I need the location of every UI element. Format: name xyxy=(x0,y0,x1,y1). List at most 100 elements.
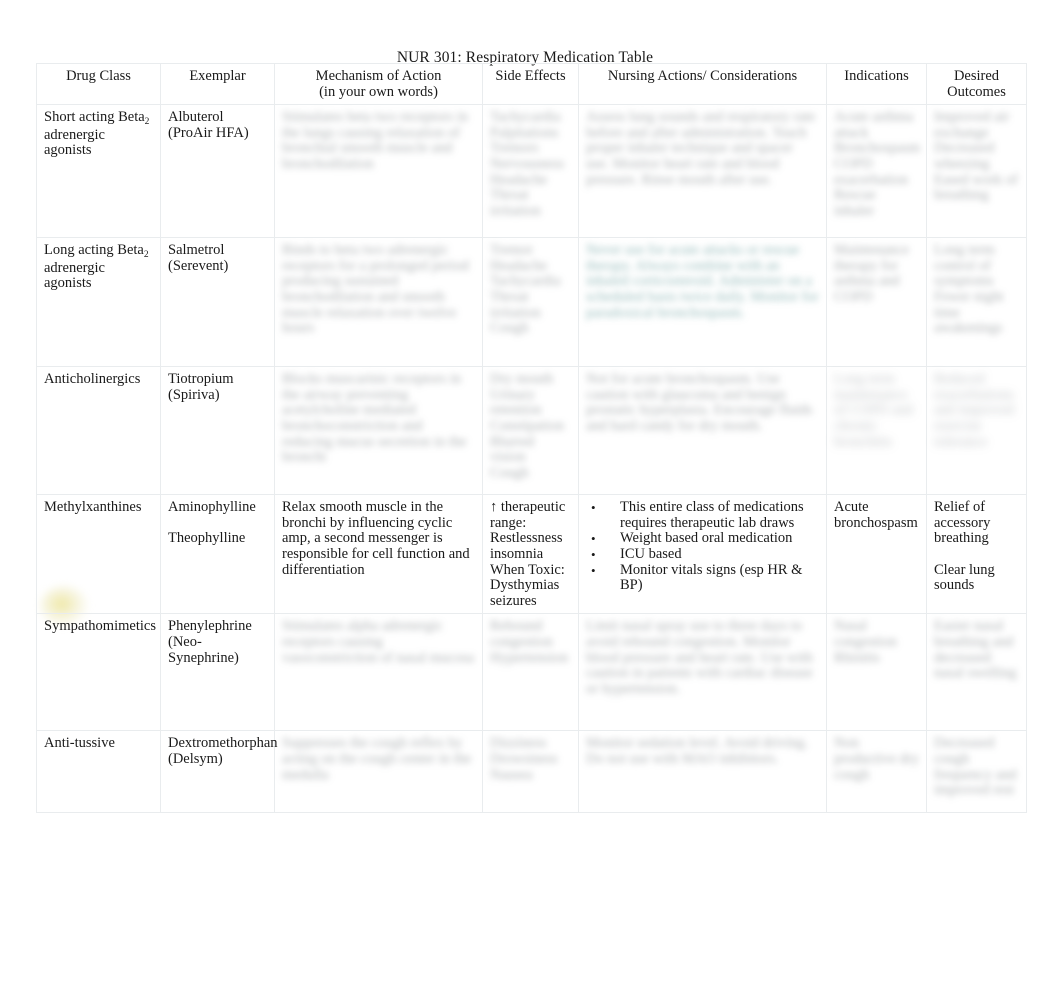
drug-class-text: Long acting Beta xyxy=(44,242,144,259)
drug-class-text: Short acting Beta xyxy=(44,109,145,126)
cell-nursing-actions: Not for acute bronchospasm. Use caution … xyxy=(578,366,827,496)
nursing-actions-text: Monitor sedation level. Avoid driving. D… xyxy=(586,735,812,767)
cell-side-effects: Tremor Headache Tachycardia Throat irrit… xyxy=(482,237,579,368)
cell-drug-class: Sympathomimetics xyxy=(36,613,161,732)
exemplar-text: Tiotropium (Spiriva) xyxy=(168,371,238,403)
cell-side-effects: ↑ therapeutic range: Restlessness insomn… xyxy=(482,494,579,615)
cell-drug-class: Anti-tussive xyxy=(36,730,161,814)
nursing-actions-bullet-list: This entire class of medications require… xyxy=(586,499,819,594)
indications-text: Long term maintenance of COPD and chroni… xyxy=(834,371,917,450)
column-header-desired-outcomes: Desired Outcomes xyxy=(926,62,1027,106)
column-header-label: Indications xyxy=(844,68,909,84)
indications-text: Acute asthma attack Bronchospasm COPD ex… xyxy=(834,109,921,219)
cell-exemplar: Tiotropium (Spiriva) xyxy=(160,366,275,496)
mechanism-text: Blocks muscarinic receptors in the airwa… xyxy=(282,371,471,466)
cell-side-effects: Tachycardia Palpitations Tremors Nervous… xyxy=(482,104,579,239)
cell-drug-class: Long acting Beta2 adrenergic agonists xyxy=(36,237,161,368)
column-header-sublabel: (in your own words) xyxy=(319,83,438,100)
cell-exemplar: Aminophylline Theophylline xyxy=(160,494,275,615)
outcomes-text-2: Clear lung sounds xyxy=(934,561,999,594)
exemplar-text: Dextromethorphan (Delsym) xyxy=(168,735,282,767)
column-header-label: Desired xyxy=(953,68,1000,84)
side-effects-text: Rebound congestion Hypertension xyxy=(490,618,569,666)
column-header-label: Mechanism of Action xyxy=(315,68,442,84)
side-effects-text: Tachycardia Palpitations Tremors Nervous… xyxy=(490,109,565,219)
drug-class-text: Methylxanthines xyxy=(44,499,142,516)
indications-text: Nasal congestion Rhinitis xyxy=(834,618,897,666)
cell-nursing-actions: This entire class of medications require… xyxy=(578,494,827,615)
column-header-nursing-actions: Nursing Actions/ Considerations xyxy=(578,62,827,106)
cell-outcomes: Decreased cough frequency and improved r… xyxy=(926,730,1027,814)
list-item: Weight based oral medication xyxy=(586,531,819,547)
drug-class-text: Anticholinergics xyxy=(44,371,141,388)
side-effects-text: Dizziness Drowsiness Nausea xyxy=(490,735,558,783)
mechanism-text: Relax smooth muscle in the bronchi by in… xyxy=(282,499,474,578)
side-effects-text: Dry mouth Urinary retention Constipation… xyxy=(490,371,565,481)
cell-side-effects: Dizziness Drowsiness Nausea xyxy=(482,730,579,814)
side-effects-text: Tremor Headache Tachycardia Throat irrit… xyxy=(490,242,561,337)
exemplar-text: Albuterol (ProAir HFA) xyxy=(168,109,249,141)
nursing-actions-text: Not for acute bronchospasm. Use caution … xyxy=(586,371,816,434)
column-header-exemplar: Exemplar xyxy=(160,62,275,106)
drug-class-text-2: adrenergic agonists xyxy=(44,126,109,159)
mechanism-text: Binds to beta two adrenergic receptors f… xyxy=(282,242,473,337)
drug-class-text: Anti-tussive xyxy=(44,735,115,752)
cell-outcomes: Long term control of symptoms Fewer nigh… xyxy=(926,237,1027,368)
exemplar-text: Salmetrol (Serevent) xyxy=(168,242,229,274)
cell-nursing-actions: Monitor sedation level. Avoid driving. D… xyxy=(578,730,827,814)
column-header-label: Drug Class xyxy=(66,68,131,84)
column-header-label: Nursing Actions/ Considerations xyxy=(607,68,798,84)
cell-nursing-actions: Assess lung sounds and respiratory rate … xyxy=(578,104,827,239)
outcomes-text: Improved air exchange Decreased wheezing… xyxy=(934,109,1018,204)
cell-nursing-actions: Never use for acute attacks or rescue th… xyxy=(578,237,827,368)
nursing-actions-text: Never use for acute attacks or rescue th… xyxy=(586,242,823,321)
indications-text: Acute bronchospasm xyxy=(834,499,918,531)
column-header-sublabel: Outcomes xyxy=(947,83,1006,100)
cell-mechanism: Binds to beta two adrenergic receptors f… xyxy=(274,237,483,368)
outcomes-text: Easier nasal breathing and decreased nas… xyxy=(934,618,1017,682)
list-item: ICU based xyxy=(586,546,819,563)
table-row: Sympathomimetics Phenylephrine (Neo-Syne… xyxy=(36,613,1027,732)
drug-class-subscript: 2 xyxy=(144,117,150,128)
nursing-actions-text: Limit nasal spray use to three days to a… xyxy=(586,618,817,697)
list-item: Monitor vitals signs (esp HR & BP) xyxy=(586,562,819,594)
table-row: Long acting Beta2 adrenergic agonists Sa… xyxy=(36,237,1027,368)
indications-text: Non productive dry cough xyxy=(834,735,923,783)
cell-drug-class: Anticholinergics xyxy=(36,366,161,496)
table-row: Short acting Beta2 adrenergic agonists A… xyxy=(36,104,1027,239)
cell-exemplar: Salmetrol (Serevent) xyxy=(160,237,275,368)
cell-mechanism: Blocks muscarinic receptors in the airwa… xyxy=(274,366,483,496)
outcomes-text: Reduced exacerbations and improved exerc… xyxy=(934,371,1018,450)
cell-side-effects: Rebound congestion Hypertension xyxy=(482,613,579,732)
cell-exemplar: Albuterol (ProAir HFA) xyxy=(160,104,275,239)
cell-mechanism: Stimulates beta two receptors in the lun… xyxy=(274,104,483,239)
side-effects-text: ↑ therapeutic range: Restlessness insomn… xyxy=(490,499,566,609)
list-item: This entire class of medications require… xyxy=(586,499,819,531)
cell-mechanism: Suppresses the cough reflex by acting on… xyxy=(274,730,483,814)
mechanism-text: Suppresses the cough reflex by acting on… xyxy=(282,735,475,783)
document-page: NUR 301: Respiratory Medication Table Dr… xyxy=(0,0,1062,1008)
drug-class-text-2: adrenergic agonists xyxy=(44,259,109,292)
respiratory-medication-table: Drug Class Exemplar Mechanism of Action … xyxy=(36,62,1027,814)
cell-indications: Non productive dry cough xyxy=(826,730,927,814)
column-header-mechanism-of-action: Mechanism of Action (in your own words) xyxy=(274,62,483,106)
cell-nursing-actions: Limit nasal spray use to three days to a… xyxy=(578,613,827,732)
table-row: Methylxanthines Aminophylline Theophylli… xyxy=(36,494,1027,615)
mechanism-text: Stimulates alpha adrenergic receptors ca… xyxy=(282,618,475,666)
exemplar-text: Phenylephrine (Neo-Synephrine) xyxy=(168,618,256,666)
cell-drug-class: Short acting Beta2 adrenergic agonists xyxy=(36,104,161,239)
indications-text: Maintenance therapy for asthma and COPD xyxy=(834,242,913,305)
column-header-side-effects: Side Effects xyxy=(482,62,579,106)
exemplar-text-2: Theophylline xyxy=(168,530,246,547)
cell-exemplar: Phenylephrine (Neo-Synephrine) xyxy=(160,613,275,732)
cell-outcomes: Reduced exacerbations and improved exerc… xyxy=(926,366,1027,496)
drug-class-subscript: 2 xyxy=(143,250,149,261)
cell-indications: Long term maintenance of COPD and chroni… xyxy=(826,366,927,496)
cell-indications: Acute asthma attack Bronchospasm COPD ex… xyxy=(826,104,927,239)
table-header-row: Drug Class Exemplar Mechanism of Action … xyxy=(36,62,1027,106)
column-header-label: Exemplar xyxy=(189,68,246,84)
outcomes-text: Decreased cough frequency and improved r… xyxy=(934,735,1021,799)
cell-outcomes: Improved air exchange Decreased wheezing… xyxy=(926,104,1027,239)
column-header-label: Side Effects xyxy=(495,68,566,84)
